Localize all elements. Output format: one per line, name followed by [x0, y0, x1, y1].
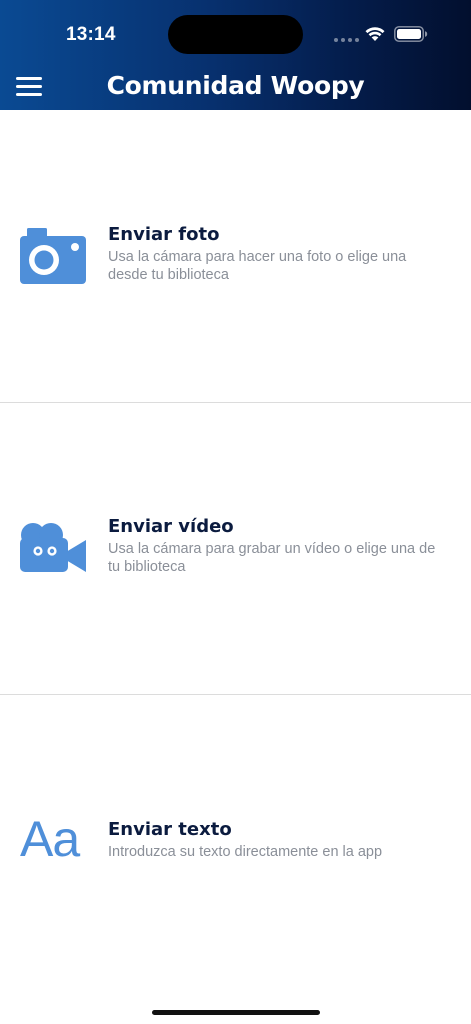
dynamic-island: [168, 15, 303, 54]
header-bar: 13:14 Comunidad Woopy: [0, 0, 471, 110]
send-video-title: Enviar vídeo: [108, 516, 234, 537]
send-text-option[interactable]: Aa Enviar texto Introduzca su texto dire…: [0, 695, 471, 995]
page-title: Comunidad Woopy: [106, 71, 365, 100]
battery-icon: [394, 26, 428, 42]
text-icon: Aa: [20, 811, 80, 867]
camera-icon: [20, 228, 86, 284]
video-camera-icon: [20, 523, 86, 572]
send-photo-description: Usa la cámara para hacer una foto o elig…: [108, 249, 407, 283]
status-time: 13:14: [66, 24, 116, 45]
send-video-option[interactable]: Enviar vídeo Usa la cámara para grabar u…: [0, 403, 471, 694]
send-photo-option[interactable]: Enviar foto Usa la cámara para hacer una…: [0, 111, 471, 402]
home-indicator[interactable]: [152, 1010, 320, 1015]
cellular-signal-icon: [334, 38, 359, 42]
send-text-title: Enviar texto: [108, 819, 232, 840]
app-screen: 13:14 Comunidad Woopy Enviar foto Usa la…: [0, 0, 471, 1024]
wifi-icon: [365, 27, 385, 41]
send-video-description: Usa la cámara para grabar un vídeo o eli…: [108, 541, 436, 575]
send-text-description: Introduzca su texto directamente en la a…: [108, 844, 383, 860]
send-photo-title: Enviar foto: [108, 224, 220, 245]
